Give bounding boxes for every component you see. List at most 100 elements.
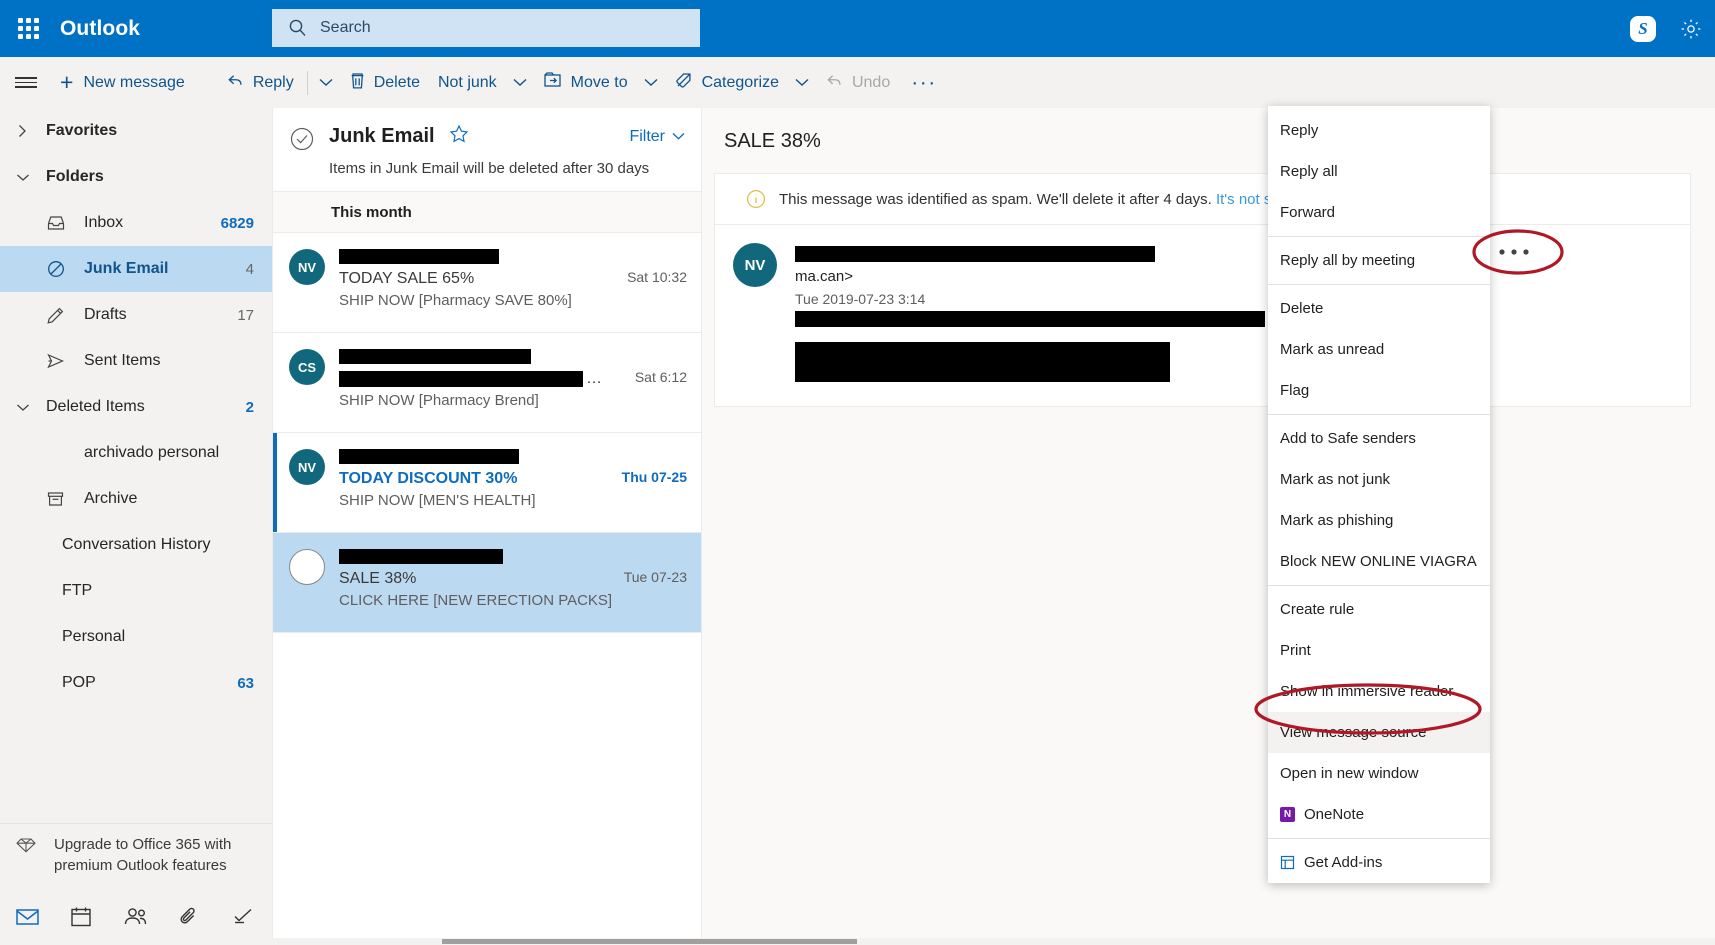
horizontal-scrollbar[interactable] xyxy=(272,938,1715,945)
menu-item-view-message-source[interactable]: View message source xyxy=(1268,712,1490,753)
menu-item-create-rule[interactable]: Create rule xyxy=(1268,589,1490,630)
people-icon[interactable] xyxy=(108,887,162,945)
skype-icon[interactable]: S xyxy=(1619,0,1667,57)
mail-icon[interactable] xyxy=(0,887,54,945)
menu-item-label: Print xyxy=(1280,642,1311,659)
calendar-icon[interactable] xyxy=(54,887,108,945)
list-item[interactable]: NV TODAY SALE 65% SHIP NOW [Pharmacy SAV… xyxy=(273,233,701,333)
avatar: CS xyxy=(289,349,325,385)
menu-item-label: Open in new window xyxy=(1280,765,1419,782)
menu-item-onenote[interactable]: N OneNote xyxy=(1268,794,1490,835)
brand-title[interactable]: Outlook xyxy=(60,17,140,41)
star-icon[interactable] xyxy=(449,124,469,149)
favorites-label: Favorites xyxy=(46,122,118,139)
sidebar-item-pop[interactable]: POP 63 xyxy=(0,660,272,706)
undo-button[interactable]: Undo xyxy=(816,57,899,108)
menu-item-mark-as-unread[interactable]: Mark as unread xyxy=(1268,329,1490,370)
sidebar-item-label: Conversation History xyxy=(62,536,211,553)
menu-item-block-sender[interactable]: Block NEW ONLINE VIAGRA xyxy=(1268,541,1490,582)
not-junk-button[interactable]: Not junk xyxy=(429,57,506,108)
list-item[interactable]: CS … SHIP NOW [Pharmacy Brend] Sat 6:12 xyxy=(273,333,701,433)
body-redacted xyxy=(795,342,1672,382)
menu-item-open-in-new-window[interactable]: Open in new window xyxy=(1268,753,1490,794)
delete-label: Delete xyxy=(373,73,420,91)
folder-sidebar: Favorites Folders Inbox 6829 Junk Email … xyxy=(0,108,272,945)
menu-item-add-to-safe-senders[interactable]: Add to Safe senders xyxy=(1268,418,1490,459)
sidebar-item-personal[interactable]: Personal xyxy=(0,614,272,660)
reply-dropdown-chevron-down-icon[interactable] xyxy=(312,57,340,108)
menu-item-reply-all[interactable]: Reply all xyxy=(1268,151,1490,192)
filter-button[interactable]: Filter xyxy=(629,128,685,146)
sidebar-item-label: Junk Email xyxy=(84,260,169,277)
sidebar-item-archivado-personal[interactable]: archivado personal xyxy=(0,430,272,476)
menu-item-forward[interactable]: Forward xyxy=(1268,192,1490,233)
search-input[interactable]: Search xyxy=(272,9,700,47)
message-card: This message was identified as spam. We'… xyxy=(714,173,1691,407)
menu-item-mark-as-not-junk[interactable]: Mark as not junk xyxy=(1268,459,1490,500)
move-to-chevron-down-icon[interactable] xyxy=(637,57,665,108)
hamburger-icon[interactable] xyxy=(0,57,52,108)
delete-button[interactable]: Delete xyxy=(340,57,429,108)
message-header: NV ma.can> Tue 2019-07-23 3:14 xyxy=(715,225,1690,406)
menu-item-label: Mark as not junk xyxy=(1280,471,1391,488)
menu-item-label: OneNote xyxy=(1304,806,1365,823)
sidebar-item-label: Sent Items xyxy=(84,352,161,369)
message-date: Thu 07-25 xyxy=(621,469,687,485)
chevron-down-icon xyxy=(16,171,46,184)
list-item[interactable]: NV TODAY DISCOUNT 30% SHIP NOW [MEN'S HE… xyxy=(273,433,701,533)
menu-item-reply-all-by-meeting[interactable]: Reply all by meeting xyxy=(1268,240,1490,281)
select-all-circle-icon[interactable] xyxy=(289,126,315,152)
gear-icon[interactable] xyxy=(1667,0,1715,57)
reply-button[interactable]: Reply xyxy=(217,57,303,108)
not-junk-label: Not junk xyxy=(437,73,497,91)
folders-label: Folders xyxy=(46,168,104,185)
more-commands-ellipsis-icon[interactable]: ··· xyxy=(899,71,948,95)
upgrade-text: Upgrade to Office 365 with premium Outlo… xyxy=(54,835,232,875)
avatar[interactable] xyxy=(289,549,325,585)
menu-item-reply[interactable]: Reply xyxy=(1268,110,1490,151)
sidebar-item-junk-email[interactable]: Junk Email 4 xyxy=(0,246,272,292)
sidebar-item-sent-items[interactable]: Sent Items xyxy=(0,338,272,384)
tasks-icon[interactable] xyxy=(216,887,270,945)
scrollbar-thumb[interactable] xyxy=(442,939,857,944)
categorize-chevron-down-icon[interactable] xyxy=(788,57,816,108)
sidebar-item-drafts[interactable]: Drafts 17 xyxy=(0,292,272,338)
list-item[interactable]: SALE 38% CLICK HERE [NEW ERECTION PACKS]… xyxy=(273,533,701,633)
move-to-button[interactable]: Move to xyxy=(534,57,637,108)
not-junk-chevron-down-icon[interactable] xyxy=(506,57,534,108)
sidebar-section-folders[interactable]: Folders xyxy=(0,154,272,200)
sidebar-item-deleted-items[interactable]: Deleted Items 2 xyxy=(0,384,272,430)
avatar: NV xyxy=(289,449,325,485)
sidebar-item-archive[interactable]: Archive xyxy=(0,476,272,522)
app-launcher-waffle-icon[interactable] xyxy=(0,0,56,57)
sidebar-item-inbox[interactable]: Inbox 6829 xyxy=(0,200,272,246)
sidebar-item-label: POP xyxy=(62,674,96,691)
sidebar-item-count: 6829 xyxy=(220,214,254,232)
menu-item-delete[interactable]: Delete xyxy=(1268,288,1490,329)
chevron-down-icon[interactable] xyxy=(16,401,46,414)
spam-notice-bar: This message was identified as spam. We'… xyxy=(715,174,1690,225)
message-subject: TODAY DISCOUNT 30% xyxy=(339,470,518,487)
message-list-panel: Junk Email Filter Items in Junk Email wi… xyxy=(272,108,701,945)
categorize-button[interactable]: Categorize xyxy=(665,57,788,108)
menu-item-print[interactable]: Print xyxy=(1268,630,1490,671)
menu-item-get-add-ins[interactable]: Get Add-ins xyxy=(1268,842,1490,883)
menu-item-show-in-immersive-reader[interactable]: Show in immersive reader xyxy=(1268,671,1490,712)
message-date: Sat 6:12 xyxy=(634,369,687,385)
menu-item-flag[interactable]: Flag xyxy=(1268,370,1490,411)
sidebar-section-favorites[interactable]: Favorites xyxy=(0,108,272,154)
menu-item-mark-as-phishing[interactable]: Mark as phishing xyxy=(1268,500,1490,541)
sidebar-item-label: FTP xyxy=(62,582,93,599)
message-subject-redacted: … xyxy=(339,370,625,388)
sidebar-item-ftp[interactable]: FTP xyxy=(0,568,272,614)
reading-pane: SALE 38% This message was identified as … xyxy=(701,108,1715,945)
sidebar-item-label: Personal xyxy=(62,628,126,645)
upgrade-promo[interactable]: Upgrade to Office 365 with premium Outlo… xyxy=(0,822,272,887)
sender-line-redacted: ma.can> xyxy=(795,243,1672,288)
new-message-button[interactable]: + New message xyxy=(52,71,197,94)
message-preview: SHIP NOW [MEN'S HEALTH] xyxy=(339,492,536,509)
menu-item-label: Get Add-ins xyxy=(1304,854,1383,871)
attachment-icon[interactable] xyxy=(162,887,216,945)
info-icon xyxy=(733,188,779,210)
sidebar-item-conversation-history[interactable]: Conversation History xyxy=(0,522,272,568)
